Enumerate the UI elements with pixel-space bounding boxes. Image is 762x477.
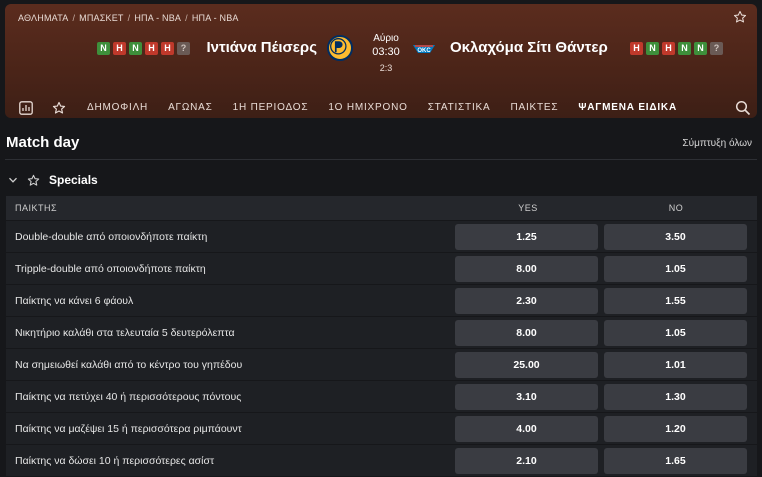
odds-button-yes[interactable]: 25.00: [455, 351, 598, 378]
column-header-player: ΠΑΙΚΤΗΣ: [15, 203, 58, 213]
column-header-yes: YES: [518, 203, 538, 213]
selection-name: Double-double από οποιονδήποτε παίκτη: [15, 230, 208, 243]
odds-button-no[interactable]: 3.50: [604, 223, 747, 250]
series-score: 2:3: [379, 63, 393, 73]
breadcrumb-item[interactable]: ΗΠΑ - NBA: [134, 13, 181, 23]
form-badge: Η: [662, 42, 675, 55]
table-row: Παίκτης να δώσει 10 ή περισσότερες ασίστ…: [6, 444, 757, 476]
match-hour: 03:30: [372, 46, 400, 58]
form-badge: Η: [113, 42, 126, 55]
form-badge: Ν: [97, 42, 110, 55]
selection-name: Παίκτης να πετύχει 40 ή περισσότερους πό…: [15, 390, 242, 403]
table-row: Double-double από οποιονδήποτε παίκτη 1.…: [6, 220, 757, 252]
selection-name: Παίκτης να δώσει 10 ή περισσότερες ασίστ: [15, 454, 215, 467]
form-badge: Ν: [129, 42, 142, 55]
section-title: Match day: [6, 134, 80, 151]
odds-button-yes[interactable]: 8.00: [455, 319, 598, 346]
odds-button-no[interactable]: 1.05: [604, 255, 747, 282]
tab-popular[interactable]: ΔΗΜΟΦΙΛΗ: [77, 94, 158, 118]
match-time: Αύριο 03:30 2:3: [365, 33, 407, 73]
odds-button-no[interactable]: 1.20: [604, 415, 747, 442]
odds-button-yes[interactable]: 4.00: [455, 415, 598, 442]
selection-name: Παίκτης να μαζέψει 15 ή περισσότερα ριμπ…: [15, 422, 242, 435]
odds-table: ΠΑΙΚΤΗΣ YES NO Double-double από οποιονδ…: [6, 196, 757, 476]
selection-name: Νικητήριο καλάθι στα τελευταία 5 δευτερό…: [15, 326, 235, 339]
odds-button-no[interactable]: 1.01: [604, 351, 747, 378]
tab-first-half[interactable]: 1Ο ΗΜΙΧΡΟΝΟ: [318, 94, 417, 118]
tab-match[interactable]: ΑΓΩΝΑΣ: [158, 94, 223, 118]
form-badge: Ν: [678, 42, 691, 55]
match-day: Αύριο: [373, 33, 399, 44]
form-badge: Ν: [694, 42, 707, 55]
breadcrumb-item[interactable]: ΗΠΑ - NBA: [192, 13, 239, 23]
form-badge: Η: [145, 42, 158, 55]
divider: [5, 159, 757, 160]
breadcrumb: ΑΘΛΗΜΑΤΑ / ΜΠΑΣΚΕΤ / ΗΠΑ - NBA / ΗΠΑ - NBA: [18, 13, 239, 23]
odds-button-no[interactable]: 1.05: [604, 319, 747, 346]
selection-name: Να σημειωθεί καλάθι από το κέντρο του γη…: [15, 358, 243, 371]
odds-button-no[interactable]: 1.65: [604, 447, 747, 474]
search-icon[interactable]: [735, 100, 751, 116]
star-icon[interactable]: [47, 96, 71, 118]
odds-button-yes[interactable]: 3.10: [455, 383, 598, 410]
selection-name: Παίκτης να κάνει 6 φάουλ: [15, 294, 134, 307]
odds-button-no[interactable]: 1.55: [604, 287, 747, 314]
column-header-no: NO: [668, 203, 684, 213]
table-row: Να σημειωθεί καλάθι από το κέντρο του γη…: [6, 348, 757, 380]
table-row: Tripple-double από οποιονδήποτε παίκτη 8…: [6, 252, 757, 284]
collapse-all-link[interactable]: Σύμπτυξη όλων: [682, 138, 752, 149]
odds-button-yes[interactable]: 1.25: [455, 223, 598, 250]
svg-text:OKC: OKC: [417, 48, 431, 54]
event-header: ΑΘΛΗΜΑΤΑ / ΜΠΑΣΚΕΤ / ΗΠΑ - NBA / ΗΠΑ - NBA Ν Η…: [5, 4, 757, 118]
table-row: Νικητήριο καλάθι στα τελευταία 5 δευτερό…: [6, 316, 757, 348]
tab-specials[interactable]: ΨΑΓΜΕΝΑ ΕΙΔΙΚΑ: [568, 94, 687, 118]
form-badge: Η: [161, 42, 174, 55]
tab-first-period[interactable]: 1Η ΠΕΡΙΟΔΟΣ: [223, 94, 319, 118]
selection-name: Tripple-double από οποιονδήποτε παίκτη: [15, 262, 206, 275]
market-header[interactable]: Specials: [8, 172, 98, 188]
away-form: Η Ν Η Ν Ν ?: [630, 42, 723, 55]
tab-players[interactable]: ΠΑΙΚΤΕΣ: [500, 94, 568, 118]
away-team-name: Οκλαχόμα Σίτι Θάντερ: [450, 39, 608, 56]
table-row: Παίκτης να μαζέψει 15 ή περισσότερα ριμπ…: [6, 412, 757, 444]
market-name: Specials: [49, 173, 98, 187]
odds-button-yes[interactable]: 2.30: [455, 287, 598, 314]
odds-button-no[interactable]: 1.30: [604, 383, 747, 410]
odds-button-yes[interactable]: 8.00: [455, 255, 598, 282]
home-form: Ν Η Ν Η Η ?: [97, 42, 190, 55]
home-team-name: Ιντιάνα Πέισερς: [206, 39, 317, 56]
chevron-down-icon[interactable]: [8, 175, 18, 185]
stats-icon[interactable]: [14, 96, 38, 118]
table-row: Παίκτης να πετύχει 40 ή περισσότερους πό…: [6, 380, 757, 412]
form-badge: Η: [630, 42, 643, 55]
form-badge: ?: [177, 42, 190, 55]
star-icon[interactable]: [733, 10, 747, 24]
table-header: ΠΑΙΚΤΗΣ YES NO: [6, 196, 757, 220]
star-icon[interactable]: [27, 174, 40, 187]
table-row: Παίκτης να κάνει 6 φάουλ 2.30 1.55: [6, 284, 757, 316]
form-badge: Ν: [646, 42, 659, 55]
form-badge: ?: [710, 42, 723, 55]
market-tabs: ΔΗΜΟΦΙΛΗ ΑΓΩΝΑΣ 1Η ΠΕΡΙΟΔΟΣ 1Ο ΗΜΙΧΡΟΝΟ …: [5, 94, 757, 118]
pacers-logo: [327, 35, 353, 61]
thunder-logo: OKC: [411, 36, 437, 62]
breadcrumb-item[interactable]: ΜΠΑΣΚΕΤ: [79, 13, 123, 23]
breadcrumb-item[interactable]: ΑΘΛΗΜΑΤΑ: [18, 13, 68, 23]
odds-button-yes[interactable]: 2.10: [455, 447, 598, 474]
tab-statistics[interactable]: ΣΤΑΤΙΣΤΙΚΑ: [418, 94, 501, 118]
